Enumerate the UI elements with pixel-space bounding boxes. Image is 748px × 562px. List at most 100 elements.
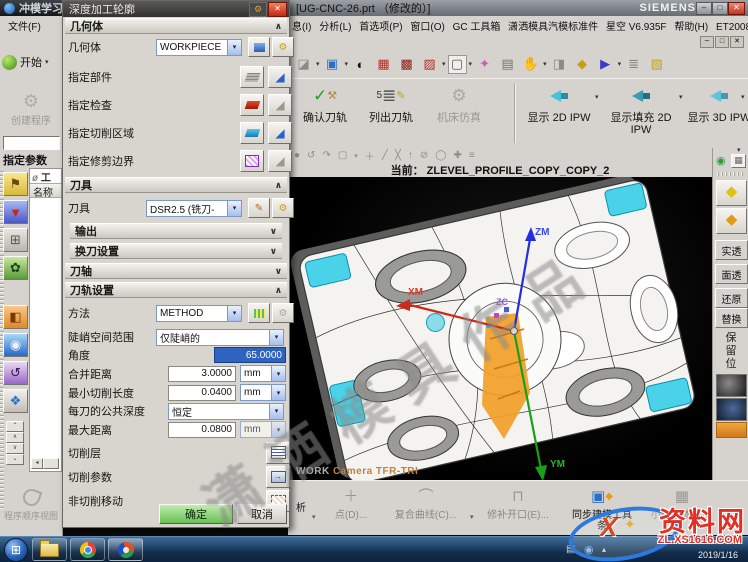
face-transparent-button[interactable]: 面透: [715, 264, 748, 284]
trim-select-button[interactable]: ◢: [268, 150, 292, 172]
snap-arrow-icon[interactable]: ↑: [408, 150, 413, 161]
show-3d-ipw-button[interactable]: 显示 3D IPW: [686, 83, 748, 145]
list-lines-icon[interactable]: ≣: [623, 54, 644, 75]
edit-method-button[interactable]: ⚙: [272, 303, 294, 323]
merge-unit-combo[interactable]: mm ▾: [240, 365, 286, 382]
solid-view-icon[interactable]: ◪: [293, 54, 314, 75]
common-depth-combo[interactable]: 恒定 ▾: [168, 403, 284, 420]
nx-minimize-button[interactable]: –: [696, 2, 712, 15]
operation-navigator[interactable]: ø 工 名称 ◂: [29, 168, 62, 472]
chevron-down-icon[interactable]: ▾: [737, 146, 741, 154]
nav-tab-part[interactable]: ⊞: [3, 228, 28, 252]
shaded-view-icon[interactable]: ◐: [350, 54, 371, 75]
taskbar-nx-button[interactable]: [108, 538, 143, 561]
blank-view-icon[interactable]: ▢: [448, 55, 467, 74]
nx-close-button[interactable]: ✕: [728, 2, 745, 15]
patch-opening-button[interactable]: ⊓ 修补开口(E)...: [478, 484, 558, 521]
ok-button[interactable]: 确定: [159, 504, 233, 524]
layers-icon[interactable]: ▤: [497, 54, 518, 75]
specify-check-display-button[interactable]: [240, 94, 264, 116]
snap-center-icon[interactable]: ◯: [435, 150, 446, 161]
child-restore-button[interactable]: □: [715, 36, 729, 48]
hatch-icon[interactable]: ▧: [646, 54, 667, 75]
facet-body-button[interactable]: ▦ 小平面体(C)...: [646, 484, 718, 521]
parameter-input[interactable]: [3, 136, 60, 150]
diamond-button-1[interactable]: ◆: [716, 180, 747, 206]
nav-scroll-down[interactable]: ∨: [6, 443, 24, 454]
tray-expand-icon[interactable]: ▴: [602, 545, 606, 554]
snap-circle-icon[interactable]: ⊘: [420, 150, 428, 161]
program-order-view[interactable]: 程序顺序视图: [0, 476, 62, 534]
restore-button[interactable]: 还原: [715, 288, 748, 308]
show-2d-ipw-button[interactable]: 显示 2D IPW: [522, 83, 596, 145]
orange-tile[interactable]: [716, 422, 747, 438]
solid-transparent-button[interactable]: 实透: [715, 240, 748, 260]
cut-area-select-button[interactable]: ◢: [268, 122, 292, 144]
max-unit-combo[interactable]: mm ▾: [240, 421, 286, 438]
undo-icon[interactable]: ↺: [307, 150, 315, 161]
cancel-button[interactable]: 取消: [237, 504, 287, 524]
snap-line-icon[interactable]: ╱: [382, 150, 388, 161]
h-scroll-thumb[interactable]: [43, 458, 59, 469]
specify-check-select-button[interactable]: ◢: [268, 94, 292, 116]
min-cut-length-field[interactable]: 0.0400: [168, 385, 236, 401]
snap-point-icon[interactable]: ＋: [365, 148, 375, 163]
sync-modeling-button[interactable]: ▣◆ 同步建模工具 条: [562, 484, 642, 532]
chevron-down-icon[interactable]: ▾: [354, 152, 358, 160]
section-tool-axis[interactable]: 刀轴 ∨: [65, 263, 287, 279]
machine-simulation-button[interactable]: ⚙ 机床仿真: [428, 83, 490, 145]
thumbnail-tile-2[interactable]: [716, 398, 747, 421]
analysis-button[interactable]: 析: [292, 503, 310, 514]
keep-button[interactable]: 保 留 位: [721, 332, 741, 371]
cut-params-button[interactable]: →: [266, 466, 290, 488]
play-icon[interactable]: ▶: [595, 54, 616, 75]
chevron-down-icon[interactable]: ▾: [312, 513, 316, 521]
point-button[interactable]: ＋ 点(D)...: [322, 484, 380, 521]
snap-icon-1[interactable]: ●: [294, 150, 300, 161]
tray-keyboard-icon[interactable]: ▤: [566, 544, 575, 555]
snap-cross-icon[interactable]: ╳: [395, 150, 401, 161]
dialog-titlebar[interactable]: 深度加工轮廓 ⚙ ✕: [63, 1, 289, 17]
start-menu-button[interactable]: 开始 ▾: [2, 51, 60, 73]
facet-body-icon-2[interactable]: ▩: [396, 54, 417, 75]
nav-tab-history[interactable]: ↺: [3, 361, 28, 385]
nav-scroll-up[interactable]: ∧: [6, 432, 24, 443]
section-output[interactable]: 输出 ∨: [70, 223, 282, 239]
show-filled-2d-ipw-button[interactable]: 显示填充 2D IPW: [602, 83, 680, 145]
specify-part-display-button[interactable]: [240, 66, 264, 88]
cut-area-display-button[interactable]: [240, 122, 264, 144]
trim-boundary-button[interactable]: [240, 150, 264, 172]
new-geometry-button[interactable]: [248, 37, 270, 57]
child-close-button[interactable]: ✕: [730, 36, 744, 48]
start-orb[interactable]: ⊞: [4, 538, 28, 562]
nav-tab-constraints[interactable]: ▼: [3, 200, 28, 224]
facet-body-icon-1[interactable]: ▦: [373, 54, 394, 75]
chevron-down-icon[interactable]: ▾: [470, 513, 474, 521]
nav-scroll-bottom[interactable]: ⌄: [6, 454, 24, 465]
edit-tool-button[interactable]: ⚙: [272, 198, 294, 218]
section-tool-change[interactable]: 换刀设置 ∨: [70, 243, 282, 259]
snap-grid-icon[interactable]: ≡: [469, 150, 475, 161]
thumbnail-tile-1[interactable]: [716, 374, 747, 397]
nav-tab-hd3d[interactable]: ◧: [3, 305, 28, 329]
edit-geometry-button[interactable]: ⚙: [272, 37, 294, 57]
filter-icon[interactable]: ø: [32, 173, 38, 184]
max-distance-field[interactable]: 0.0800: [168, 422, 236, 438]
diamond-button-2[interactable]: ◆: [716, 208, 747, 234]
chevron-down-icon[interactable]: ▾: [741, 93, 745, 101]
toolbar-handle[interactable]: [717, 172, 745, 176]
nav-tab-palette[interactable]: ❖: [3, 389, 28, 413]
composite-curve-button[interactable]: ⌒ 复合曲线(C)...: [386, 484, 466, 521]
refresh-green-icon[interactable]: ◉: [716, 154, 726, 167]
nav-tab-internet[interactable]: ◉: [3, 333, 28, 357]
nav-tab-assembly[interactable]: ⚑: [3, 172, 28, 196]
dialog-close-button[interactable]: ✕: [268, 2, 287, 17]
redo-icon[interactable]: ↷: [322, 150, 330, 161]
hand-tool-icon[interactable]: ✋: [520, 54, 541, 75]
chevron-down-icon[interactable]: ▾: [595, 93, 599, 101]
method-combo[interactable]: METHOD ▾: [156, 305, 242, 322]
new-tool-button[interactable]: ✎: [248, 198, 270, 218]
nx-maximize-button[interactable]: □: [712, 2, 728, 15]
list-toolpath-button[interactable]: 5≣✎ 列出刀轨: [360, 83, 422, 145]
h-scroll-left[interactable]: ◂: [31, 458, 43, 469]
